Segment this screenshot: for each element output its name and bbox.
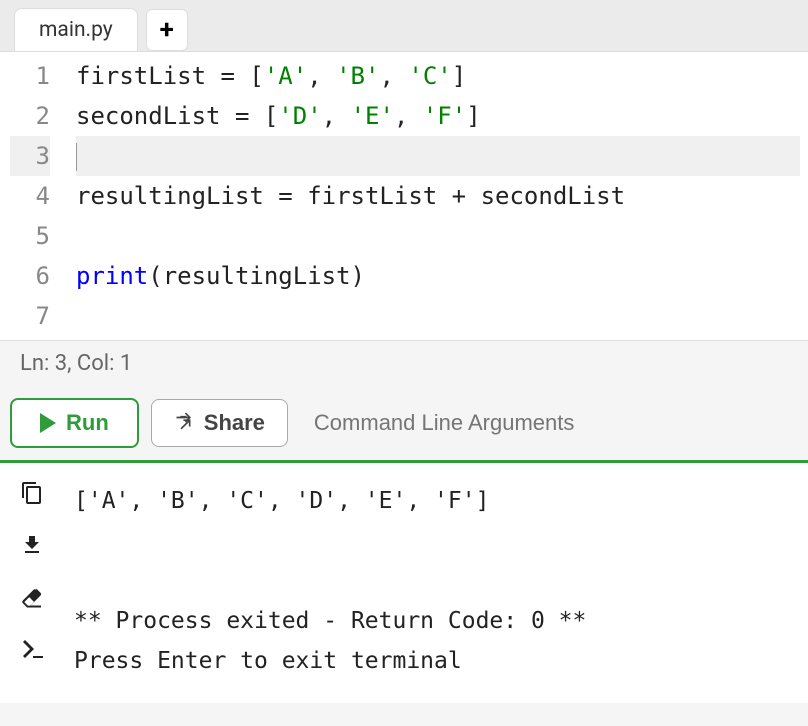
play-icon — [40, 413, 56, 433]
code-editor[interactable]: 1234567 firstList = ['A', 'B', 'C']secon… — [0, 52, 808, 340]
output-toolbar — [0, 463, 64, 703]
code-line[interactable]: firstList = ['A', 'B', 'C'] — [76, 56, 800, 96]
tabs-bar: main.py + — [0, 0, 808, 52]
action-toolbar: Run Share — [0, 386, 808, 460]
code-token: (resultingList) — [148, 262, 365, 290]
code-line[interactable] — [76, 296, 800, 336]
download-icon — [20, 533, 44, 557]
line-number: 2 — [10, 96, 50, 136]
line-number: 1 — [10, 56, 50, 96]
run-button-label: Run — [66, 410, 109, 436]
line-number: 3 — [10, 136, 50, 176]
line-number: 7 — [10, 296, 50, 336]
code-token: 'D' — [278, 102, 321, 130]
tab-main-py[interactable]: main.py — [14, 8, 138, 52]
share-icon — [174, 410, 194, 436]
line-gutter: 1234567 — [0, 52, 68, 340]
copy-button[interactable] — [20, 481, 44, 505]
erase-button[interactable] — [20, 585, 44, 609]
code-line[interactable]: print(resultingList) — [76, 256, 800, 296]
share-button[interactable]: Share — [151, 399, 288, 447]
plus-icon: + — [160, 15, 174, 45]
cursor-position: Ln: 3, Col: 1 — [20, 351, 132, 376]
code-token: ] — [466, 102, 480, 130]
copy-icon — [20, 481, 44, 505]
code-token: , — [379, 62, 408, 90]
code-token: 'C' — [408, 62, 451, 90]
cli-args-input[interactable] — [300, 398, 798, 448]
code-line[interactable]: resultingList = firstList + secondList — [76, 176, 800, 216]
line-number: 6 — [10, 256, 50, 296]
download-button[interactable] — [20, 533, 44, 557]
code-line[interactable] — [76, 136, 800, 176]
terminal-button[interactable] — [20, 637, 44, 661]
code-token: resultingList = firstList + secondList — [76, 182, 625, 210]
output-panel: ['A', 'B', 'C', 'D', 'E', 'F'] ** Proces… — [0, 463, 808, 703]
eraser-icon — [20, 585, 44, 609]
code-token: , — [394, 102, 423, 130]
code-token: firstList = [ — [76, 62, 264, 90]
line-number: 4 — [10, 176, 50, 216]
code-line[interactable]: secondList = ['D', 'E', 'F'] — [76, 96, 800, 136]
new-tab-button[interactable]: + — [146, 9, 188, 51]
code-token: , — [307, 62, 336, 90]
status-bar: Ln: 3, Col: 1 — [0, 340, 808, 386]
line-number: 5 — [10, 216, 50, 256]
code-token: secondList = [ — [76, 102, 278, 130]
output-content[interactable]: ['A', 'B', 'C', 'D', 'E', 'F'] ** Proces… — [64, 463, 808, 703]
code-token: 'F' — [423, 102, 466, 130]
code-token: , — [322, 102, 351, 130]
code-line[interactable] — [76, 216, 800, 256]
code-token: 'B' — [336, 62, 379, 90]
code-token: 'E' — [351, 102, 394, 130]
text-cursor — [76, 143, 77, 171]
code-token: print — [76, 262, 148, 290]
share-button-label: Share — [204, 410, 265, 436]
code-content[interactable]: firstList = ['A', 'B', 'C']secondList = … — [68, 52, 808, 340]
run-button[interactable]: Run — [10, 398, 139, 448]
terminal-icon — [20, 637, 44, 661]
code-token: ] — [452, 62, 466, 90]
code-token: 'A' — [264, 62, 307, 90]
